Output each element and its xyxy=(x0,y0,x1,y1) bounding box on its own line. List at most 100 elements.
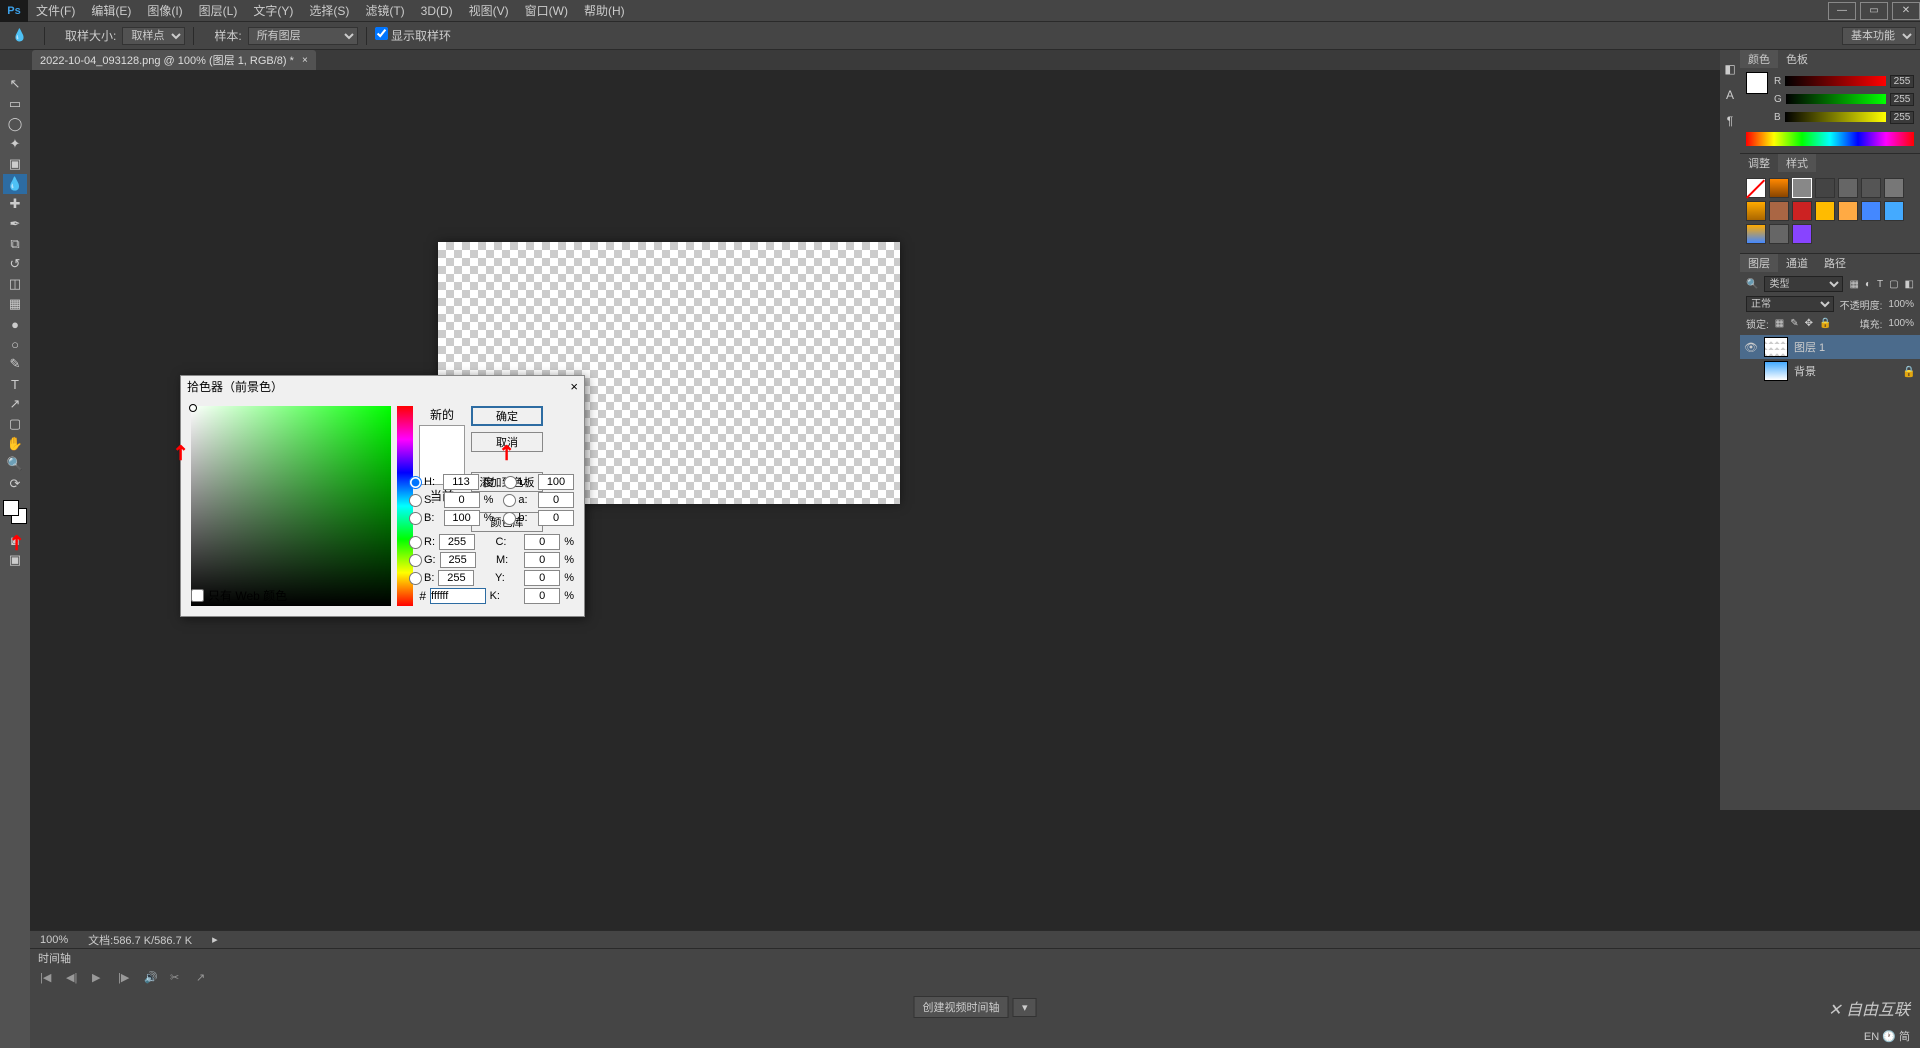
gradient-tool[interactable]: ▦ xyxy=(3,294,27,314)
cancel-button[interactable]: 取消 xyxy=(471,432,543,452)
pen-tool[interactable]: ✎ xyxy=(3,354,27,374)
h-input[interactable] xyxy=(443,474,479,490)
filter-smart-icon[interactable]: ◧ xyxy=(1905,279,1914,290)
lock-pixel-icon[interactable]: ✎ xyxy=(1790,318,1798,329)
path-tool[interactable]: ↗ xyxy=(3,394,27,414)
brush-tool[interactable]: ✒ xyxy=(3,214,27,234)
style-swatch[interactable] xyxy=(1792,201,1812,221)
foreground-color[interactable] xyxy=(3,500,19,516)
marquee-tool[interactable]: ▭ xyxy=(3,94,27,114)
close-tab-icon[interactable]: × xyxy=(302,55,308,66)
menu-filter[interactable]: 滤镜(T) xyxy=(357,2,412,19)
shape-tool[interactable]: ▢ xyxy=(3,414,27,434)
style-swatch[interactable] xyxy=(1838,178,1858,198)
screenmode-tool[interactable]: ▣ xyxy=(3,550,27,570)
ok-button[interactable]: 确定 xyxy=(471,406,543,426)
menu-layer[interactable]: 图层(L) xyxy=(191,2,246,19)
hex-input[interactable] xyxy=(430,588,486,604)
create-timeline-button[interactable]: 创建视频时间轴 xyxy=(914,996,1009,1018)
workspace-select[interactable]: 基本功能 xyxy=(1842,27,1916,45)
zoom-tool[interactable]: 🔍 xyxy=(3,454,27,474)
layer-name[interactable]: 图层 1 xyxy=(1794,339,1825,355)
h-radio[interactable] xyxy=(409,476,422,489)
timeline-tab[interactable]: 时间轴 xyxy=(30,949,1920,967)
zoom-level[interactable]: 100% xyxy=(40,934,68,946)
color-swatch[interactable] xyxy=(1746,72,1768,94)
window-maximize[interactable]: ▭ xyxy=(1860,2,1888,20)
style-swatch[interactable] xyxy=(1769,178,1789,198)
rotate-tool[interactable]: ⟳ xyxy=(3,474,27,494)
tl-cut-icon[interactable]: ✂ xyxy=(170,971,186,987)
style-swatch[interactable] xyxy=(1792,178,1812,198)
eyedropper-tool[interactable]: 💧 xyxy=(3,174,27,194)
dodge-tool[interactable]: ○ xyxy=(3,334,27,354)
tab-paths[interactable]: 路径 xyxy=(1816,254,1854,272)
tl-next-icon[interactable]: |▶ xyxy=(118,971,134,987)
status-arrow-icon[interactable]: ▸ xyxy=(212,933,218,946)
create-timeline-dropdown[interactable]: ▾ xyxy=(1013,998,1037,1017)
s-radio[interactable] xyxy=(409,494,422,507)
menu-window[interactable]: 窗口(W) xyxy=(517,2,576,19)
dialog-close-icon[interactable]: × xyxy=(570,379,578,394)
menu-edit[interactable]: 编辑(E) xyxy=(83,2,139,19)
dialog-titlebar[interactable]: 拾色器（前景色） × xyxy=(181,376,584,396)
crop-tool[interactable]: ▣ xyxy=(3,154,27,174)
style-swatch[interactable] xyxy=(1884,178,1904,198)
tl-play-icon[interactable]: ▶ xyxy=(92,971,108,987)
menu-type[interactable]: 文字(Y) xyxy=(245,2,301,19)
web-only-checkbox[interactable] xyxy=(191,589,204,602)
tab-adjustments[interactable]: 调整 xyxy=(1740,154,1778,172)
g-radio[interactable] xyxy=(409,554,422,567)
tab-swatches[interactable]: 色板 xyxy=(1778,50,1816,68)
mini-icon-2[interactable]: A xyxy=(1726,88,1734,102)
g-value[interactable]: 255 xyxy=(1890,93,1914,106)
c-input[interactable] xyxy=(524,534,560,550)
visibility-icon[interactable]: 👁 xyxy=(1744,341,1758,354)
opacity-value[interactable]: 100% xyxy=(1888,299,1914,310)
layer-filter-select[interactable]: 类型 xyxy=(1764,276,1843,292)
tl-first-icon[interactable]: |◀ xyxy=(40,971,56,987)
bv-radio[interactable] xyxy=(409,512,422,525)
menu-select[interactable]: 选择(S) xyxy=(301,2,357,19)
fill-value[interactable]: 100% xyxy=(1888,318,1914,329)
k-input[interactable] xyxy=(524,588,560,604)
history-brush-tool[interactable]: ↺ xyxy=(3,254,27,274)
layer-thumbnail[interactable] xyxy=(1764,361,1788,381)
a-input[interactable] xyxy=(538,492,574,508)
mini-icon-1[interactable]: ◧ xyxy=(1724,62,1735,76)
style-swatch[interactable] xyxy=(1746,201,1766,221)
layer-name[interactable]: 背景 xyxy=(1794,363,1816,379)
wand-tool[interactable]: ✦ xyxy=(3,134,27,154)
quickmask-tool[interactable]: ◙ xyxy=(3,530,27,550)
m-input[interactable] xyxy=(524,552,560,568)
sample-select[interactable]: 所有图层 xyxy=(248,27,358,45)
tab-channels[interactable]: 通道 xyxy=(1778,254,1816,272)
lock-all-icon[interactable]: 🔒 xyxy=(1819,318,1831,329)
y-input[interactable] xyxy=(524,570,560,586)
s-input[interactable] xyxy=(444,492,480,508)
style-swatch[interactable] xyxy=(1769,224,1789,244)
menu-image[interactable]: 图像(I) xyxy=(139,2,190,19)
g-slider[interactable] xyxy=(1786,94,1886,104)
r-radio[interactable] xyxy=(409,536,422,549)
brgb-radio[interactable] xyxy=(409,572,422,585)
layer-row[interactable]: 背景 🔒 xyxy=(1740,359,1920,383)
a-radio[interactable] xyxy=(503,494,516,507)
hand-tool[interactable]: ✋ xyxy=(3,434,27,454)
lasso-tool[interactable]: ◯ xyxy=(3,114,27,134)
tab-styles[interactable]: 样式 xyxy=(1778,154,1816,172)
heal-tool[interactable]: ✚ xyxy=(3,194,27,214)
filter-pixel-icon[interactable]: ▦ xyxy=(1849,279,1858,290)
fg-bg-swatch[interactable] xyxy=(3,500,27,524)
tl-prev-icon[interactable]: ◀| xyxy=(66,971,82,987)
bv-input[interactable] xyxy=(444,510,480,526)
style-swatch[interactable] xyxy=(1746,178,1766,198)
b-slider[interactable] xyxy=(1785,112,1886,122)
document-tab[interactable]: 2022-10-04_093128.png @ 100% (图层 1, RGB/… xyxy=(32,50,316,70)
filter-type-icon[interactable]: T xyxy=(1877,279,1883,290)
ime-indicator[interactable]: EN 🕐 简 xyxy=(1864,1028,1910,1044)
saturation-value-field[interactable] xyxy=(191,406,391,606)
spectrum-bar[interactable] xyxy=(1746,132,1914,146)
r-slider[interactable] xyxy=(1785,76,1886,86)
menu-view[interactable]: 视图(V) xyxy=(461,2,517,19)
